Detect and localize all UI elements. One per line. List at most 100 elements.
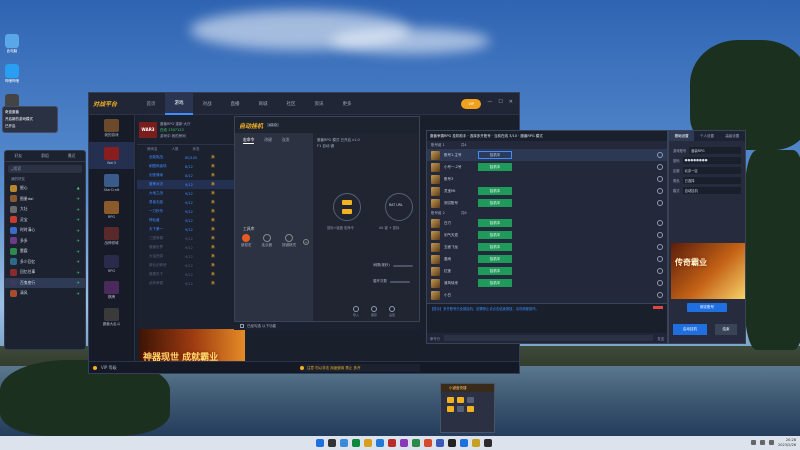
- interval-slider[interactable]: 间隔(毫秒): [373, 263, 413, 268]
- taskbar-app-icon[interactable]: [388, 439, 396, 447]
- taskbar-app-icon[interactable]: [376, 439, 384, 447]
- tool-item[interactable]: 连点器: [262, 234, 272, 248]
- row-action-icon[interactable]: [657, 244, 663, 250]
- account-status[interactable]: 挂机中: [478, 267, 512, 275]
- game-item[interactable]: 魔兽大乱斗: [89, 304, 134, 331]
- nav-tab[interactable]: 首页: [137, 93, 165, 115]
- taskbar-app-icon[interactable]: [412, 439, 420, 447]
- row-action-icon[interactable]: [657, 232, 663, 238]
- start-button[interactable]: 启动挂机: [673, 324, 707, 335]
- account-row[interactable]: 账号3: [427, 173, 667, 185]
- account-row[interactable]: 剑气天涯 挂机中: [427, 229, 667, 241]
- friend-row[interactable]: 大壮 ✈: [5, 204, 85, 215]
- friend-row[interactable]: 时时清心 ✈: [5, 225, 85, 236]
- tab-friends[interactable]: 好友: [15, 153, 23, 159]
- key-button[interactable]: [342, 200, 352, 205]
- account-row[interactable]: 账号1-主号 挂机中: [427, 149, 667, 161]
- taskbar-app-icon[interactable]: [460, 439, 468, 447]
- tab-keymap[interactable]: 改键: [264, 137, 272, 144]
- cmd-send-button[interactable]: 发送: [657, 336, 664, 341]
- account-row[interactable]: 墨雨 挂机中: [427, 253, 667, 265]
- field-input[interactable]: 已选择: [682, 176, 741, 184]
- tool-item[interactable]: 键鼠宏: [241, 234, 252, 248]
- friend-row[interactable]: 灵宝 ✈: [5, 215, 85, 226]
- nav-tab[interactable]: 社区: [277, 93, 305, 115]
- send-icon[interactable]: ✈: [77, 217, 80, 222]
- send-icon[interactable]: ✈: [77, 196, 80, 201]
- server-row[interactable]: 刷图练级场 8/12 满: [137, 162, 237, 171]
- account-status[interactable]: 挂机中: [478, 219, 512, 227]
- key-button[interactable]: [342, 209, 352, 214]
- friend-row[interactable]: 雷霆 ✈: [5, 246, 85, 257]
- friend-row[interactable]: 掘心 ♣: [5, 183, 85, 194]
- bind-account-button[interactable]: 绑定账号: [687, 303, 727, 312]
- taskbar-app-icon[interactable]: [328, 439, 336, 447]
- nav-tab[interactable]: 更多: [333, 93, 361, 115]
- send-icon[interactable]: ✈: [77, 249, 80, 254]
- server-row[interactable]: 一刀秒杀 9/12 满: [137, 207, 237, 216]
- send-icon[interactable]: ✈: [77, 291, 80, 296]
- server-row[interactable]: 全能挑战 80/100 满: [137, 153, 237, 162]
- keypad-key[interactable]: [447, 397, 454, 403]
- account-row[interactable]: 小白: [427, 289, 667, 301]
- friend-row[interactable]: 多少回忆 ✈: [5, 257, 85, 268]
- taskbar-app-icon[interactable]: [424, 439, 432, 447]
- send-icon[interactable]: ✈: [77, 259, 80, 264]
- server-row[interactable]: 神仙道 9/12 满: [137, 216, 237, 225]
- server-row[interactable]: 大地之战 9/12 满: [137, 189, 237, 198]
- send-icon[interactable]: ✈: [77, 207, 80, 212]
- account-status[interactable]: 挂机中: [478, 199, 512, 207]
- game-item[interactable]: StarCraft: [89, 169, 134, 196]
- send-icon[interactable]: ✈: [77, 238, 80, 243]
- taskbar-app-icon[interactable]: [436, 439, 444, 447]
- server-row[interactable]: 新仙剑奇侠 9/12 满: [137, 261, 237, 270]
- send-icon[interactable]: ✈: [77, 270, 80, 275]
- game-item[interactable]: RPG: [89, 196, 134, 223]
- send-icon[interactable]: ✈: [77, 280, 80, 285]
- desktop-shortcut[interactable]: 哔哩哔哩: [2, 64, 22, 84]
- friend-row[interactable]: 多多 ✈: [5, 236, 85, 247]
- game-item[interactable]: 我的游戏: [89, 115, 134, 142]
- close-icon[interactable]: ✕: [509, 99, 513, 109]
- slider-track[interactable]: [392, 264, 413, 267]
- nav-tab[interactable]: 游戏: [165, 92, 193, 115]
- minimize-icon[interactable]: —: [487, 99, 492, 109]
- tool-item[interactable]: 按键精灵: [282, 234, 296, 248]
- nav-tab[interactable]: 资讯: [305, 93, 333, 115]
- row-action-icon[interactable]: [657, 200, 663, 206]
- account-group-header[interactable]: 账号组 1 共4: [427, 141, 667, 149]
- game-item[interactable]: RPG: [89, 250, 134, 277]
- row-action-icon[interactable]: [657, 152, 663, 158]
- account-status[interactable]: 挂机中: [478, 279, 512, 287]
- game-item[interactable]: 战神领域: [89, 223, 134, 250]
- server-row[interactable]: 魔兽世界 9/12 满: [137, 243, 237, 252]
- row-action-icon[interactable]: [657, 292, 663, 298]
- account-row[interactable]: 玉面飞龙 挂机中: [427, 241, 667, 253]
- taskbar-app-icon[interactable]: [400, 439, 408, 447]
- add-tool-button[interactable]: +: [303, 239, 309, 245]
- tab-personal[interactable]: 个人设置: [694, 131, 720, 141]
- tab-groups[interactable]: 群组: [41, 153, 49, 159]
- nav-tab[interactable]: 直播: [221, 93, 249, 115]
- send-icon[interactable]: ♣: [76, 186, 80, 191]
- account-status[interactable]: 挂机中: [478, 255, 512, 263]
- game-item[interactable]: 棋牌: [89, 277, 134, 304]
- taskbar-app-icon[interactable]: [364, 439, 372, 447]
- tab-autofire[interactable]: 连发: [282, 137, 290, 144]
- account-row[interactable]: 红莲 挂机中: [427, 265, 667, 277]
- account-status[interactable]: 挂机中: [478, 151, 512, 159]
- server-row[interactable]: 天下第一 9/12 满: [137, 225, 237, 234]
- account-row[interactable]: 清风徐来 挂机中: [427, 277, 667, 289]
- tab-advanced[interactable]: 高级设置: [719, 131, 745, 141]
- account-row[interactable]: 白刃 挂机中: [427, 217, 667, 229]
- taskbar-app-icon[interactable]: [448, 439, 456, 447]
- tab-basic[interactable]: 基础设置: [669, 131, 695, 141]
- macro-circle-left[interactable]: [333, 193, 361, 221]
- taskbar-app-icon[interactable]: [316, 439, 324, 447]
- row-action-icon[interactable]: [657, 280, 663, 286]
- nav-tab[interactable]: 商城: [249, 93, 277, 115]
- keypad-key[interactable]: [467, 406, 474, 412]
- keypad-key[interactable]: [467, 397, 474, 403]
- taskbar-app-icon[interactable]: [352, 439, 360, 447]
- taskbar-app-icon[interactable]: [472, 439, 480, 447]
